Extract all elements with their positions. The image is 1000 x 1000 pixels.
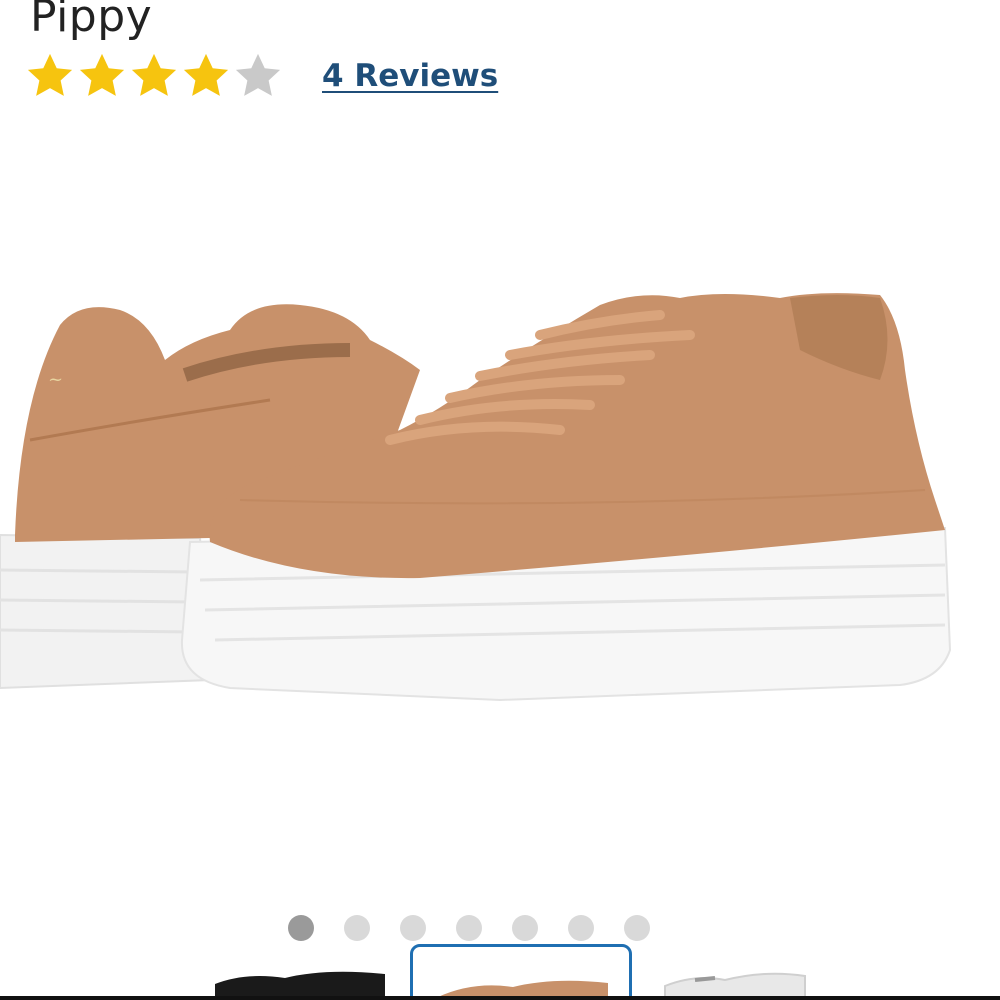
bottom-edge-bar bbox=[0, 996, 1000, 1000]
star-filled-icon bbox=[131, 53, 177, 96]
product-title: Pippy bbox=[30, 0, 153, 42]
thumbnail-white[interactable] bbox=[655, 944, 815, 1000]
pagination-dot[interactable] bbox=[288, 915, 314, 941]
star-filled-icon bbox=[79, 53, 125, 96]
thumbnail-strip bbox=[0, 944, 1000, 1000]
pagination-dot[interactable] bbox=[400, 915, 426, 941]
pagination-dot[interactable] bbox=[344, 915, 370, 941]
star-filled-icon bbox=[27, 53, 73, 96]
pagination-dot[interactable] bbox=[456, 915, 482, 941]
pagination-dot[interactable] bbox=[512, 915, 538, 941]
pagination-dot[interactable] bbox=[568, 915, 594, 941]
thumbnail-tan-image bbox=[438, 980, 608, 1000]
thumbnail-white-image bbox=[664, 972, 806, 1000]
product-image[interactable]: ~ bbox=[0, 280, 1000, 740]
back-shoe-sole bbox=[0, 533, 212, 690]
reviews-link[interactable]: 4 Reviews bbox=[322, 58, 498, 94]
rating-row: 4 Reviews bbox=[24, 48, 498, 104]
thumbnail-tan[interactable] bbox=[410, 944, 632, 1000]
star-filled-icon bbox=[183, 53, 229, 96]
thumbnail-black-image bbox=[215, 971, 385, 1000]
thumbnail-black[interactable] bbox=[205, 944, 395, 1000]
image-pagination bbox=[288, 915, 680, 941]
pagination-dot[interactable] bbox=[624, 915, 650, 941]
brand-logo-text: ~ bbox=[48, 369, 63, 390]
star-rating bbox=[24, 50, 284, 102]
star-empty-icon bbox=[235, 53, 281, 96]
